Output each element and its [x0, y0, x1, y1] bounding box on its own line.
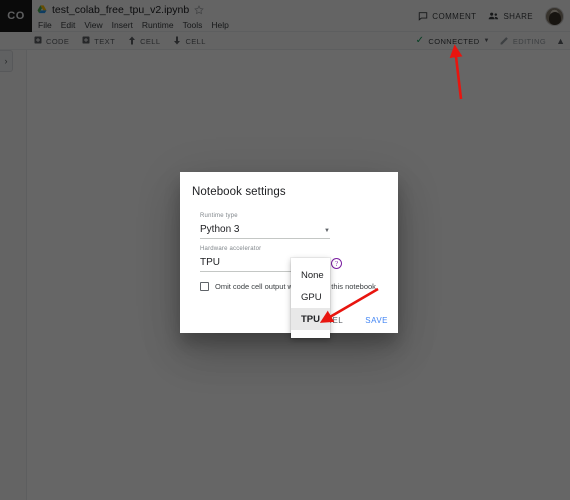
- dialog-title: Notebook settings: [192, 186, 286, 198]
- dropdown-option-none[interactable]: None: [291, 264, 330, 286]
- chevron-down-icon: ▼: [324, 228, 330, 234]
- runtime-type-value: Python 3: [200, 224, 240, 235]
- dropdown-option-gpu[interactable]: GPU: [291, 286, 330, 308]
- hardware-accelerator-label: Hardware accelerator: [200, 246, 262, 252]
- hardware-accelerator-dropdown: None GPU TPU: [291, 258, 330, 338]
- hardware-accelerator-value: TPU: [200, 257, 220, 268]
- runtime-type-field[interactable]: Runtime type Python 3 ▼: [200, 212, 330, 239]
- omit-output-checkbox[interactable]: [200, 282, 209, 291]
- save-button[interactable]: SAVE: [365, 316, 388, 325]
- omit-output-checkbox-row[interactable]: Omit code cell output when saving this n…: [200, 282, 376, 291]
- dropdown-option-tpu[interactable]: TPU: [291, 308, 330, 330]
- notebook-settings-dialog: Notebook settings Runtime type Python 3 …: [180, 172, 398, 333]
- runtime-type-label: Runtime type: [200, 213, 238, 219]
- runtime-type-select[interactable]: Python 3 ▼: [200, 222, 330, 239]
- help-icon[interactable]: ?: [331, 258, 342, 269]
